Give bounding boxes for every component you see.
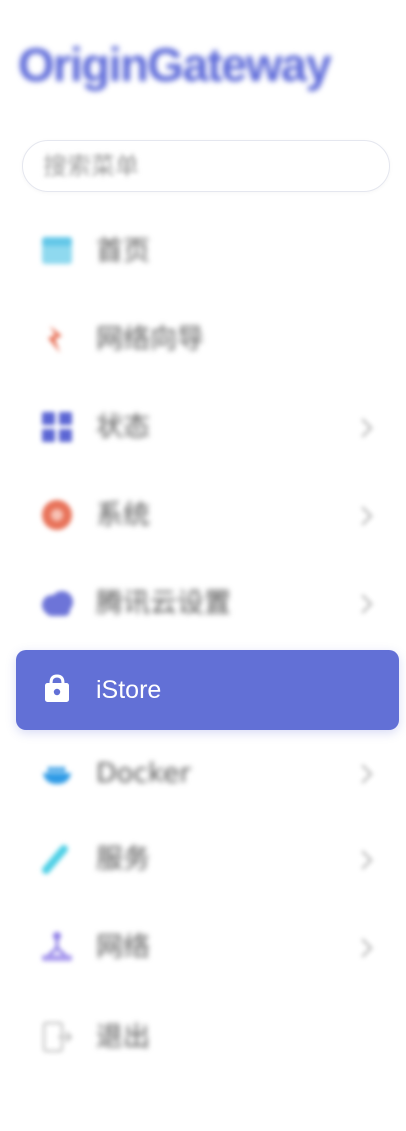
chevron-right-icon <box>357 848 377 872</box>
sidebar-item-label: 首页 <box>96 236 150 267</box>
shopping-bag-icon <box>40 672 74 706</box>
sidebar-item-label: 服务 <box>96 844 150 875</box>
sidebar: OriginGateway 首页 网络向导 <box>0 0 406 1131</box>
home-icon <box>40 234 74 268</box>
logout-icon <box>40 1020 74 1054</box>
sidebar-item-label: 网络向导 <box>96 324 204 355</box>
chevron-right-icon <box>357 762 377 786</box>
app-logo[interactable]: OriginGateway <box>18 30 398 100</box>
sidebar-item-network[interactable]: 网络 <box>16 908 399 988</box>
sidebar-item-label: 状态 <box>96 412 150 443</box>
sidebar-item-label: 腾讯云设置 <box>96 588 231 619</box>
chevron-right-icon <box>357 592 377 616</box>
sidebar-item-status[interactable]: 状态 <box>16 388 399 468</box>
chevron-right-icon <box>357 936 377 960</box>
docker-icon <box>40 756 74 790</box>
sidebar-item-label: 退出 <box>96 1022 150 1053</box>
network-icon <box>40 930 74 964</box>
search-box[interactable] <box>22 140 390 192</box>
sidebar-item-home[interactable]: 首页 <box>16 212 399 292</box>
sidebar-item-docker[interactable]: Docker <box>16 734 399 814</box>
sidebar-item-system[interactable]: 系统 <box>16 476 399 556</box>
sidebar-item-services[interactable]: 服务 <box>16 820 399 900</box>
chevron-right-icon <box>357 416 377 440</box>
cloud-icon <box>40 586 74 620</box>
status-grid-icon <box>40 410 74 444</box>
sidebar-item-istore[interactable]: iStore <box>16 650 399 730</box>
sidebar-item-label: iStore <box>96 676 162 704</box>
chevron-right-icon <box>357 504 377 528</box>
sidebar-item-label: 系统 <box>96 500 150 531</box>
sidebar-item-label: Docker <box>96 758 191 789</box>
search-input[interactable] <box>23 141 389 191</box>
sidebar-item-network-wizard[interactable]: 网络向导 <box>16 300 399 380</box>
sidebar-item-logout[interactable]: 退出 <box>16 998 399 1078</box>
sidebar-item-tencent-cloud[interactable]: 腾讯云设置 <box>16 564 399 644</box>
services-icon <box>40 842 74 876</box>
sidebar-item-label: 网络 <box>96 932 150 963</box>
system-gear-icon <box>40 498 74 532</box>
wizard-icon <box>40 322 74 356</box>
